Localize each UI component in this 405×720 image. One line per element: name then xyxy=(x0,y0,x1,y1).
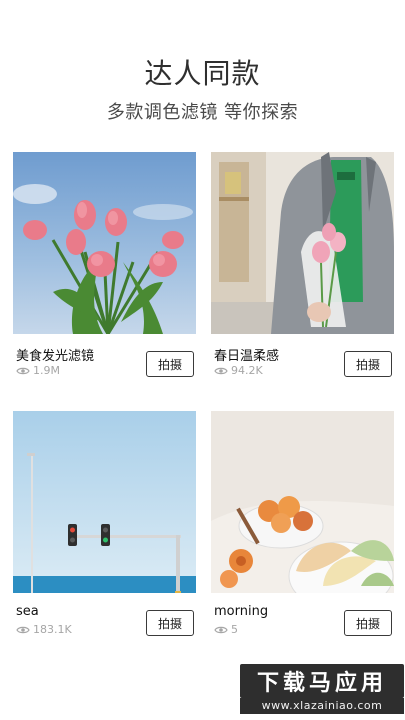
filter-preview-image[interactable] xyxy=(13,411,196,593)
view-count: 1.9M xyxy=(16,364,60,377)
eye-icon xyxy=(16,367,30,374)
filter-name: morning xyxy=(214,604,269,619)
view-count-value: 183.1K xyxy=(33,623,72,636)
view-count: 183.1K xyxy=(16,623,72,636)
view-count: 94.2K xyxy=(214,364,263,377)
shoot-button[interactable]: 拍摄 xyxy=(146,351,194,377)
eye-icon xyxy=(16,626,30,633)
watermark: 下载马应用 www.xlazainiao.com xyxy=(240,664,404,716)
page-title: 达人同款 xyxy=(144,57,261,90)
shoot-button[interactable]: 拍摄 xyxy=(344,610,392,636)
filter-preview-image[interactable] xyxy=(211,411,394,593)
filter-preview-image[interactable] xyxy=(211,152,394,334)
filter-name: sea xyxy=(16,604,39,619)
filter-card[interactable]: 春日温柔感 94.2K 拍摄 xyxy=(211,152,394,398)
filter-name: 美食发光滤镜 xyxy=(16,349,95,364)
watermark-brand: 下载马应用 xyxy=(240,664,404,698)
shoot-button[interactable]: 拍摄 xyxy=(344,351,392,377)
shoot-button[interactable]: 拍摄 xyxy=(146,610,194,636)
filter-card[interactable]: 美食发光滤镜 1.9M 拍摄 xyxy=(13,152,196,398)
view-count: 5 xyxy=(214,623,238,636)
filter-preview-image[interactable] xyxy=(13,152,196,334)
eye-icon xyxy=(214,367,228,374)
filter-card[interactable]: morning 5 拍摄 xyxy=(211,411,394,657)
page-subtitle: 多款调色滤镜 等你探索 xyxy=(106,102,299,123)
filter-card[interactable]: sea 183.1K 拍摄 xyxy=(13,411,196,657)
view-count-value: 94.2K xyxy=(231,364,263,377)
watermark-url: www.xlazainiao.com xyxy=(240,698,404,714)
filter-name: 春日温柔感 xyxy=(214,349,280,364)
view-count-value: 1.9M xyxy=(33,364,60,377)
eye-icon xyxy=(214,626,228,633)
view-count-value: 5 xyxy=(231,623,238,636)
